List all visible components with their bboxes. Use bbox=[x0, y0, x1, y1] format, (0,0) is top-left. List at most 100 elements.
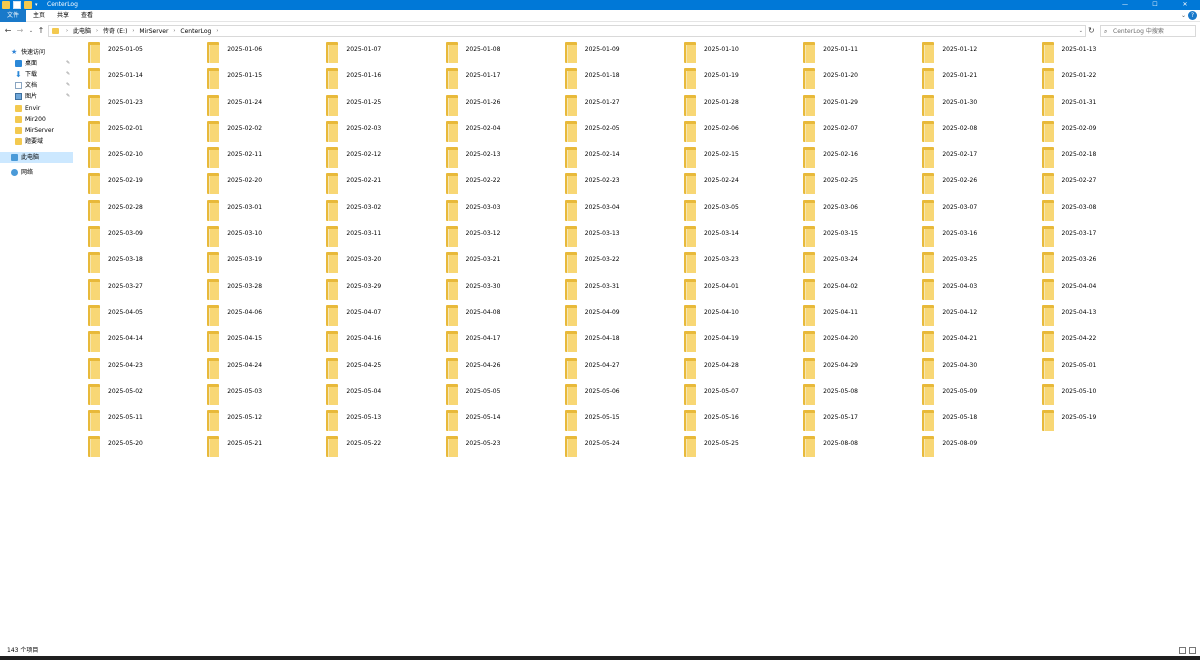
folder-item[interactable]: 2025-03-22 bbox=[561, 250, 680, 276]
folder-item[interactable]: 2025-04-23 bbox=[84, 356, 203, 382]
folder-item[interactable]: 2025-04-12 bbox=[918, 303, 1037, 329]
folder-item[interactable]: 2025-01-08 bbox=[442, 40, 561, 66]
folder-item[interactable]: 2025-02-03 bbox=[322, 119, 441, 145]
tab-share[interactable]: 共享 bbox=[52, 10, 74, 22]
folder-item[interactable]: 2025-05-16 bbox=[680, 408, 799, 434]
folder-item[interactable]: 2025-03-04 bbox=[561, 198, 680, 224]
folder-item[interactable]: 2025-01-19 bbox=[680, 66, 799, 92]
folder-item[interactable]: 2025-05-02 bbox=[84, 382, 203, 408]
sidebar-item-envir[interactable]: Envir bbox=[0, 103, 73, 114]
folder-item[interactable]: 2025-03-03 bbox=[442, 198, 561, 224]
quick-access-dropdown[interactable]: ▾ bbox=[35, 1, 41, 9]
folder-item[interactable]: 2025-05-20 bbox=[84, 434, 203, 460]
sidebar-item-quick-access[interactable]: ★ 快速访问 bbox=[0, 47, 73, 58]
folder-item[interactable]: 2025-02-19 bbox=[84, 171, 203, 197]
refresh-button[interactable]: ↻ bbox=[1088, 26, 1098, 36]
breadcrumb-drive-e[interactable]: 传奇 (E:) bbox=[103, 27, 127, 36]
folder-item[interactable]: 2025-03-02 bbox=[322, 198, 441, 224]
folder-item[interactable]: 2025-03-14 bbox=[680, 224, 799, 250]
folder-item[interactable]: 2025-02-12 bbox=[322, 145, 441, 171]
folder-item[interactable]: 2025-03-23 bbox=[680, 250, 799, 276]
breadcrumb-separator[interactable]: › bbox=[132, 27, 134, 36]
sidebar-item-mir200[interactable]: Mir200 bbox=[0, 114, 73, 125]
close-button[interactable]: ✕ bbox=[1170, 0, 1200, 10]
folder-item[interactable]: 2025-03-09 bbox=[84, 224, 203, 250]
folder-item[interactable]: 2025-03-29 bbox=[322, 277, 441, 303]
folder-item[interactable]: 2025-01-31 bbox=[1038, 93, 1157, 119]
folder-item[interactable]: 2025-02-18 bbox=[1038, 145, 1157, 171]
folder-item[interactable]: 2025-02-16 bbox=[799, 145, 918, 171]
sidebar-item-downloads[interactable]: ⬇ 下载 ✎ bbox=[0, 69, 73, 80]
folder-item[interactable]: 2025-04-18 bbox=[561, 329, 680, 355]
expand-ribbon-icon[interactable]: ⌄ bbox=[1181, 12, 1186, 19]
minimize-button[interactable]: — bbox=[1110, 0, 1140, 10]
folder-item[interactable]: 2025-04-14 bbox=[84, 329, 203, 355]
folder-item[interactable]: 2025-04-26 bbox=[442, 356, 561, 382]
folder-item[interactable]: 2025-04-10 bbox=[680, 303, 799, 329]
folder-item[interactable]: 2025-03-01 bbox=[203, 198, 322, 224]
folder-item[interactable]: 2025-04-30 bbox=[918, 356, 1037, 382]
folder-item[interactable]: 2025-01-29 bbox=[799, 93, 918, 119]
folder-item[interactable]: 2025-04-06 bbox=[203, 303, 322, 329]
folder-item[interactable]: 2025-03-17 bbox=[1038, 224, 1157, 250]
folder-item[interactable]: 2025-03-16 bbox=[918, 224, 1037, 250]
folder-item[interactable]: 2025-05-23 bbox=[442, 434, 561, 460]
folder-item[interactable]: 2025-01-16 bbox=[322, 66, 441, 92]
folder-item[interactable]: 2025-03-20 bbox=[322, 250, 441, 276]
forward-button[interactable]: → bbox=[15, 26, 25, 36]
folder-item[interactable]: 2025-01-09 bbox=[561, 40, 680, 66]
folder-item[interactable]: 2025-03-08 bbox=[1038, 198, 1157, 224]
folder-item[interactable]: 2025-01-18 bbox=[561, 66, 680, 92]
folder-item[interactable]: 2025-05-04 bbox=[322, 382, 441, 408]
folder-item[interactable]: 2025-05-06 bbox=[561, 382, 680, 408]
folder-item[interactable]: 2025-04-08 bbox=[442, 303, 561, 329]
folder-item[interactable]: 2025-05-18 bbox=[918, 408, 1037, 434]
folder-item[interactable]: 2025-04-27 bbox=[561, 356, 680, 382]
folder-item[interactable]: 2025-03-19 bbox=[203, 250, 322, 276]
folder-item[interactable]: 2025-04-05 bbox=[84, 303, 203, 329]
folder-item[interactable]: 2025-04-29 bbox=[799, 356, 918, 382]
folder-item[interactable]: 2025-03-27 bbox=[84, 277, 203, 303]
folder-item[interactable]: 2025-05-09 bbox=[918, 382, 1037, 408]
folder-item[interactable]: 2025-05-14 bbox=[442, 408, 561, 434]
folder-item[interactable]: 2025-04-04 bbox=[1038, 277, 1157, 303]
folder-item[interactable]: 2025-04-15 bbox=[203, 329, 322, 355]
folder-item[interactable]: 2025-05-07 bbox=[680, 382, 799, 408]
details-view-icon[interactable] bbox=[1179, 647, 1186, 654]
up-button[interactable]: ↑ bbox=[36, 26, 46, 36]
folder-item[interactable]: 2025-01-28 bbox=[680, 93, 799, 119]
folder-item[interactable]: 2025-02-10 bbox=[84, 145, 203, 171]
folder-item[interactable]: 2025-03-12 bbox=[442, 224, 561, 250]
folder-item[interactable]: 2025-04-01 bbox=[680, 277, 799, 303]
sidebar-item-mirserver[interactable]: MirServer bbox=[0, 125, 73, 136]
folder-item[interactable]: 2025-05-22 bbox=[322, 434, 441, 460]
folder-item[interactable]: 2025-05-25 bbox=[680, 434, 799, 460]
folder-item[interactable]: 2025-04-02 bbox=[799, 277, 918, 303]
folder-item[interactable]: 2025-02-25 bbox=[799, 171, 918, 197]
folder-item[interactable]: 2025-05-05 bbox=[442, 382, 561, 408]
recent-locations-button[interactable]: ⌄ bbox=[26, 26, 36, 36]
properties-icon[interactable] bbox=[13, 1, 21, 9]
folder-item[interactable]: 2025-01-24 bbox=[203, 93, 322, 119]
folder-item[interactable]: 2025-04-03 bbox=[918, 277, 1037, 303]
folder-item[interactable]: 2025-03-28 bbox=[203, 277, 322, 303]
folder-item[interactable]: 2025-05-13 bbox=[322, 408, 441, 434]
folder-item[interactable]: 2025-01-21 bbox=[918, 66, 1037, 92]
folder-item[interactable]: 2025-02-08 bbox=[918, 119, 1037, 145]
breadcrumb-separator[interactable]: › bbox=[216, 27, 218, 36]
folder-item[interactable]: 2025-04-11 bbox=[799, 303, 918, 329]
folder-item[interactable]: 2025-02-14 bbox=[561, 145, 680, 171]
folder-item[interactable]: 2025-02-06 bbox=[680, 119, 799, 145]
tab-home[interactable]: 主页 bbox=[28, 10, 50, 22]
help-icon[interactable]: ? bbox=[1188, 11, 1197, 20]
folder-item[interactable]: 2025-02-01 bbox=[84, 119, 203, 145]
folder-item[interactable]: 2025-02-21 bbox=[322, 171, 441, 197]
folder-item[interactable]: 2025-04-22 bbox=[1038, 329, 1157, 355]
address-bar[interactable]: › 此电脑 › 传奇 (E:) › MirServer › CenterLog … bbox=[48, 25, 1086, 37]
sidebar-item-network[interactable]: 网络 bbox=[0, 167, 73, 178]
folder-item[interactable]: 2025-02-28 bbox=[84, 198, 203, 224]
folder-item[interactable]: 2025-04-28 bbox=[680, 356, 799, 382]
folder-item[interactable]: 2025-01-27 bbox=[561, 93, 680, 119]
folder-item[interactable]: 2025-01-20 bbox=[799, 66, 918, 92]
folder-item[interactable]: 2025-01-06 bbox=[203, 40, 322, 66]
